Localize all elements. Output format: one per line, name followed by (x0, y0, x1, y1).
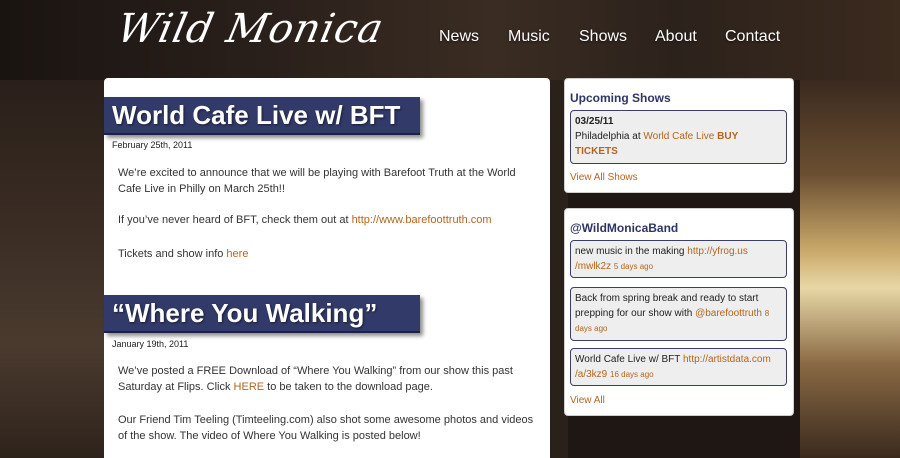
upcoming-shows-title: Upcoming Shows (570, 91, 671, 105)
tweet-item: World Cafe Live w/ BFT http://artistdata… (570, 348, 787, 386)
tweet-link[interactable]: http://yfrog.us (687, 246, 748, 257)
nav-shows[interactable]: Shows (579, 28, 627, 46)
show-city: Philadelphia at (575, 131, 644, 142)
nav-contact[interactable]: Contact (725, 28, 780, 46)
buy-tickets-link[interactable]: BUY (717, 131, 738, 142)
tweet-timestamp[interactable]: days ago (575, 324, 607, 333)
barefoottruth-link[interactable]: http://www.barefoottruth.com (352, 214, 492, 226)
buy-tickets-link[interactable]: TICKETS (575, 144, 782, 159)
main-nav: News Music Shows About Contact (0, 28, 900, 52)
tweet-item: Back from spring break and ready to star… (570, 287, 787, 341)
venue-link[interactable]: World Cafe Live (643, 131, 714, 142)
post-title[interactable]: “Where You Walking” (104, 295, 420, 333)
tweet-mention-link[interactable]: @barefoottruth (695, 308, 762, 319)
post-date: February 25th, 2011 (112, 140, 193, 150)
post-paragraph: If you’ve never heard of BFT, check them… (118, 214, 492, 226)
twitter-handle-title[interactable]: @WildMonicaBand (570, 221, 678, 235)
news-panel (104, 78, 550, 458)
post-title[interactable]: World Cafe Live w/ BFT (104, 97, 420, 135)
post-paragraph: We’ve posted a FREE Download of “Where Y… (118, 365, 513, 393)
show-info-link[interactable]: here (226, 248, 248, 260)
tweet-link[interactable]: http://artistdata.com (683, 354, 771, 365)
show-item: 03/25/11 Philadelphia at World Cafe Live… (570, 110, 787, 164)
tweet-link[interactable]: /a/3kz9 (575, 369, 607, 380)
nav-news[interactable]: News (439, 28, 479, 46)
view-all-tweets-link[interactable]: View All (570, 395, 605, 406)
post-paragraph: Tickets and show info here (118, 248, 249, 260)
download-link[interactable]: HERE (234, 381, 265, 393)
tweet-timestamp[interactable]: 8 (765, 309, 769, 318)
post-paragraph: We’re excited to announce that we will b… (118, 167, 516, 195)
tweet-link[interactable]: /mwlk2z (575, 261, 611, 272)
tweet-timestamp[interactable]: 5 days ago (614, 262, 653, 271)
nav-music[interactable]: Music (508, 28, 550, 46)
tweet-item: new music in the making http://yfrog.us … (570, 240, 787, 278)
view-all-shows-link[interactable]: View All Shows (570, 172, 638, 183)
show-date: 03/25/11 (575, 116, 614, 127)
post-paragraph: Our Friend Tim Teeling (Timteeling.com) … (118, 414, 534, 442)
nav-about[interactable]: About (655, 28, 697, 46)
post-date: January 19th, 2011 (112, 339, 189, 349)
tweet-timestamp[interactable]: 16 days ago (610, 370, 654, 379)
